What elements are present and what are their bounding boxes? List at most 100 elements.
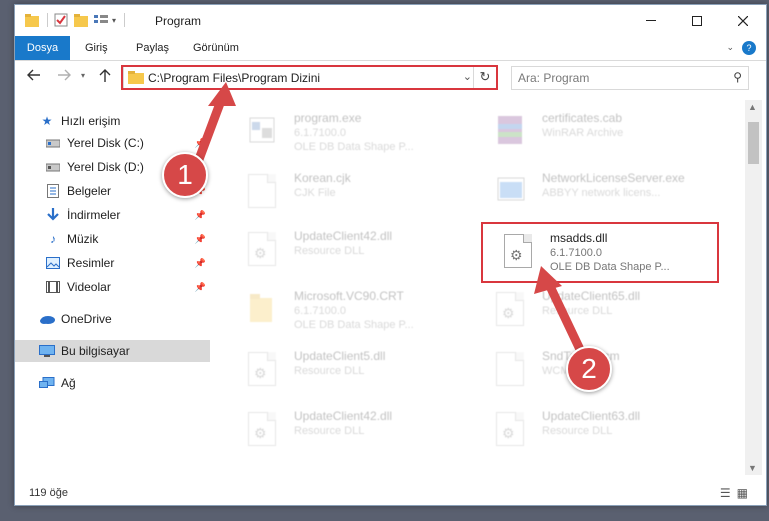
maximize-button[interactable] xyxy=(674,5,720,36)
sidebar-item-label: İndirmeler xyxy=(67,208,121,222)
file-highlight xyxy=(481,222,719,283)
file-item[interactable]: ⚙ UpdateClient63.dll Resource DLL xyxy=(478,404,718,452)
file-type: CJK File xyxy=(294,187,336,199)
sidebar-item-label: Hızlı erişim xyxy=(61,114,121,128)
scroll-up-icon[interactable]: ▲ xyxy=(748,102,757,112)
tab-share[interactable]: Paylaş xyxy=(136,36,169,60)
pin-icon[interactable]: 📌 xyxy=(195,282,206,293)
file-name: UpdateClient42.dll xyxy=(294,229,393,243)
search-box[interactable]: Ara: Program ⚲ xyxy=(511,66,749,90)
music-icon: ♪ xyxy=(50,232,56,246)
sidebar-item-this-pc[interactable]: Bu bilgisayar xyxy=(15,340,210,362)
recent-locations-icon[interactable]: ▾ xyxy=(81,71,85,80)
videos-icon xyxy=(45,279,61,295)
step-2-badge: 2 xyxy=(566,346,612,392)
help-icon[interactable]: ? xyxy=(742,41,756,55)
file-item[interactable]: ⚙ UpdateClient5.dll Resource DLL xyxy=(230,344,470,392)
tab-home[interactable]: Giriş xyxy=(85,36,108,60)
sidebar-item-onedrive[interactable]: OneDrive xyxy=(15,308,210,330)
file-description: OLE DB Data Shape P... xyxy=(294,319,414,331)
tab-view[interactable]: Görünüm xyxy=(193,36,239,60)
file-item[interactable]: ⚙ UpdateClient42.dll Resource DLL xyxy=(230,404,470,452)
back-button[interactable] xyxy=(27,69,41,84)
file-item[interactable]: ⚙ UpdateClient65.dll Resource DLL xyxy=(478,284,718,332)
vertical-scrollbar[interactable]: ▲ ▼ xyxy=(745,100,762,475)
file-type: WinRAR Archive xyxy=(542,127,624,139)
dll-icon: ⚙ xyxy=(248,412,278,446)
file-description: OLE DB Data Shape P... xyxy=(294,141,414,153)
sidebar-item-label: Belgeler xyxy=(67,184,112,198)
exe-icon xyxy=(496,174,526,208)
drive-icon xyxy=(45,159,61,175)
properties-icon[interactable] xyxy=(54,13,68,27)
minimize-icon xyxy=(646,19,656,21)
scroll-down-icon[interactable]: ▼ xyxy=(748,463,757,473)
close-button[interactable] xyxy=(720,5,766,36)
up-arrow-icon xyxy=(99,69,111,82)
sidebar-item-pictures[interactable]: Resimler 📌 xyxy=(15,252,210,274)
sidebar-item-videos[interactable]: Videolar 📌 xyxy=(15,276,210,298)
file-name: UpdateClient65.dll xyxy=(542,289,641,303)
drive-icon xyxy=(45,135,61,151)
archive-icon xyxy=(496,114,526,148)
details-view-icon[interactable]: ☰ xyxy=(720,486,737,500)
pin-icon[interactable]: 📌 xyxy=(195,138,206,149)
pin-icon[interactable]: 📌 xyxy=(195,210,206,221)
tiles-view-icon[interactable]: ▦ xyxy=(737,486,754,500)
scrollbar-thumb[interactable] xyxy=(748,122,759,164)
navigation-bar: ▾ C:\Program Files\Program Dizini ⌄ ↻ Ar… xyxy=(15,61,766,95)
forward-arrow-icon xyxy=(58,69,71,81)
file-type: Resource DLL xyxy=(294,425,365,437)
pin-icon[interactable]: 📌 xyxy=(195,258,206,269)
file-name: UpdateClient63.dll xyxy=(542,409,641,423)
documents-icon xyxy=(45,183,61,199)
sidebar-item-label: Müzik xyxy=(67,232,99,246)
sidebar-item-quick-access[interactable]: ★ Hızlı erişim xyxy=(15,110,210,132)
search-input[interactable]: Ara: Program xyxy=(518,71,589,85)
file-name: UpdateClient5.dll xyxy=(294,349,386,363)
sidebar-item-disk-c[interactable]: Yerel Disk (C:) 📌 xyxy=(15,132,210,154)
maximize-icon xyxy=(692,15,702,26)
file-version: 6.1.7100.0 xyxy=(294,305,346,317)
cloud-icon xyxy=(39,311,55,327)
sidebar-item-downloads[interactable]: İndirmeler 📌 xyxy=(15,204,210,226)
ribbon-tabs: Dosya Giriş Paylaş Görünüm ⌄ ? xyxy=(15,36,766,61)
file-item[interactable]: Microsoft.VC90.CRT 6.1.7100.0 OLE DB Dat… xyxy=(230,284,470,332)
sidebar-item-label: Yerel Disk (C:) xyxy=(67,136,144,150)
file-name: Microsoft.VC90.CRT xyxy=(294,289,404,303)
file-item[interactable]: program.exe 6.1.7100.0 OLE DB Data Shape… xyxy=(230,106,470,154)
tab-file[interactable]: Dosya xyxy=(15,36,70,60)
view-options-icon[interactable] xyxy=(94,14,110,27)
file-type: Resource DLL xyxy=(294,245,365,257)
sidebar-item-label: OneDrive xyxy=(61,312,112,326)
customize-dropdown-icon[interactable]: ▾ xyxy=(112,16,116,25)
file-item[interactable]: Korean.cjk CJK File xyxy=(230,166,470,214)
new-folder-icon[interactable] xyxy=(74,13,88,27)
up-button[interactable] xyxy=(99,69,111,85)
pin-icon[interactable]: 📌 xyxy=(195,234,206,245)
ribbon-collapse-icon[interactable]: ⌄ xyxy=(726,42,734,53)
file-icon xyxy=(248,174,278,208)
file-item[interactable]: certificates.cab WinRAR Archive xyxy=(478,106,718,154)
file-item[interactable]: NetworkLicenseServer.exe ABBYY network l… xyxy=(478,166,718,214)
search-icon[interactable]: ⚲ xyxy=(733,70,742,84)
item-count: 119 öğe xyxy=(29,487,68,499)
file-item[interactable]: ⚙ UpdateClient42.dll Resource DLL xyxy=(230,224,470,272)
sidebar-item-music[interactable]: ♪ Müzik 📌 xyxy=(15,228,210,250)
minimize-button[interactable] xyxy=(628,5,674,36)
file-icon xyxy=(496,352,526,386)
title-bar: ▾ Program xyxy=(15,5,766,36)
sidebar-item-network[interactable]: Ağ xyxy=(15,372,210,394)
download-icon xyxy=(45,207,61,223)
sidebar-item-label: Videolar xyxy=(67,280,111,294)
view-toggle: ☰▦ xyxy=(720,486,754,500)
file-name: NetworkLicenseServer.exe xyxy=(542,171,685,185)
back-arrow-icon xyxy=(27,69,40,81)
dll-icon: ⚙ xyxy=(496,412,526,446)
file-name: Korean.cjk xyxy=(294,171,351,185)
step-1-badge: 1 xyxy=(162,152,208,198)
file-type: Resource DLL xyxy=(542,305,613,317)
forward-button[interactable] xyxy=(57,69,71,84)
exe-icon xyxy=(248,114,278,148)
folder-icon[interactable] xyxy=(25,13,39,27)
